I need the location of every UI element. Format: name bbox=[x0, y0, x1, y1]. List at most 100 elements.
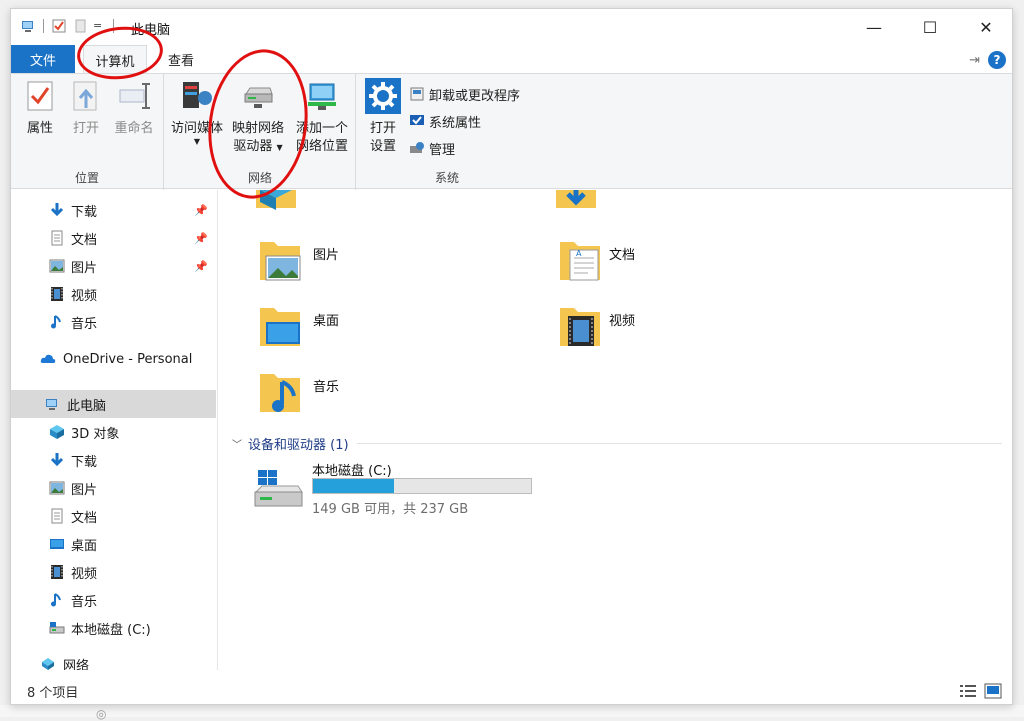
this-pc-icon bbox=[22, 21, 33, 32]
map-network-drive-button[interactable]: 映射网络 驱动器 ▼ bbox=[229, 78, 287, 157]
nav-item-quick-pictures[interactable]: 图片 📌 bbox=[11, 252, 216, 280]
maximize-button[interactable]: ☐ bbox=[902, 9, 958, 45]
nav-item-label: 音乐 bbox=[71, 594, 98, 610]
rename-button[interactable]: 重命名 bbox=[111, 78, 157, 138]
open-button[interactable]: 打开 bbox=[67, 78, 105, 138]
network-group-label: 网络 bbox=[247, 171, 272, 185]
nav-item-label: 本地磁盘 (C:) bbox=[71, 622, 151, 638]
document-icon bbox=[51, 508, 63, 524]
devices-header-label: 设备和驱动器 (1) bbox=[248, 437, 349, 453]
properties-quick-icon[interactable] bbox=[51, 18, 67, 34]
tab-file[interactable]: 文件 bbox=[11, 45, 75, 73]
map-drive-dropdown-arrow: ▼ bbox=[276, 143, 283, 152]
ribbon-tabs: 文件 计算机 查看 ⇥ ? bbox=[11, 45, 1012, 74]
nav-item-label: 下载 bbox=[71, 454, 98, 470]
open-settings-button[interactable]: 打开 设置 bbox=[365, 78, 401, 156]
nav-item-downloads[interactable]: 下载 bbox=[11, 446, 216, 474]
nav-item-this-pc[interactable]: 此电脑 bbox=[11, 390, 216, 418]
map-drive-label-line1: 映射网络 bbox=[231, 121, 284, 136]
nav-item-local-disk[interactable]: 本地磁盘 (C:) bbox=[11, 614, 216, 642]
access-media-button[interactable]: 访问媒体 ▼ bbox=[167, 78, 227, 146]
nav-item-videos[interactable]: 视频 bbox=[11, 558, 216, 586]
properties-button[interactable]: 属性 bbox=[21, 78, 59, 138]
media-server-icon bbox=[183, 82, 212, 108]
folder-label: 文档 bbox=[609, 248, 636, 263]
title-separator bbox=[113, 19, 114, 33]
pictures-folder-icon[interactable] bbox=[256, 236, 304, 284]
access-media-label: 访问媒体 bbox=[170, 121, 223, 136]
nav-item-quick-downloads[interactable]: 下载 📌 bbox=[11, 196, 216, 224]
uninstall-icon bbox=[410, 87, 424, 101]
nav-item-desktop[interactable]: 桌面 bbox=[11, 530, 216, 558]
nav-item-label: 视频 bbox=[71, 566, 98, 582]
nav-item-label: 3D 对象 bbox=[71, 426, 120, 442]
video-icon bbox=[51, 565, 63, 579]
download-icon bbox=[50, 453, 64, 467]
nav-item-network[interactable]: 网络 bbox=[11, 650, 216, 670]
folder-label: 桌面 bbox=[313, 314, 340, 329]
nav-item-label: 音乐 bbox=[71, 316, 98, 332]
drive-name: 本地磁盘 (C:) bbox=[312, 464, 392, 479]
ribbon-right-controls: ⇥ ? bbox=[969, 51, 1006, 69]
manage-label: 管理 bbox=[429, 142, 456, 158]
music-folder-icon[interactable] bbox=[256, 368, 304, 416]
nav-item-label: 此电脑 bbox=[67, 398, 107, 414]
3d-objects-folder-icon[interactable] bbox=[252, 190, 300, 216]
uninstall-label: 卸载或更改程序 bbox=[429, 88, 521, 104]
chevron-down-icon[interactable]: ﹀ bbox=[232, 436, 242, 451]
nav-item-label: 图片 bbox=[71, 260, 98, 276]
devices-section-header[interactable]: ﹀ 设备和驱动器 (1) bbox=[232, 433, 1002, 453]
nav-item-music[interactable]: 音乐 bbox=[11, 586, 216, 614]
system-properties-button[interactable]: 系统属性 bbox=[409, 110, 481, 132]
window-title: 此电脑 bbox=[131, 23, 171, 38]
add-network-location-button[interactable]: 添加一个 网络位置 bbox=[291, 78, 353, 156]
local-disk-icon[interactable] bbox=[252, 466, 304, 514]
ribbon-group-network: 访问媒体 ▼ 映射网络 驱动器 ▼ 添加一个 网络位置 网络 bbox=[165, 74, 356, 190]
minimize-button[interactable]: — bbox=[846, 9, 902, 45]
help-icon[interactable]: ? bbox=[988, 51, 1006, 69]
video-icon bbox=[51, 287, 63, 301]
tab-view[interactable]: 查看 bbox=[157, 45, 205, 73]
nav-item-quick-music[interactable]: 音乐 bbox=[11, 308, 216, 336]
documents-folder-icon[interactable]: A bbox=[556, 236, 604, 284]
tab-computer[interactable]: 计算机 bbox=[83, 45, 147, 74]
network-drive-icon bbox=[244, 87, 273, 108]
manage-button[interactable]: 管理 bbox=[409, 137, 455, 159]
title-bar: = 此电脑 — ☐ ✕ bbox=[11, 9, 1012, 45]
downloads-folder-icon[interactable] bbox=[552, 190, 600, 216]
quick-access-dropdown[interactable]: = bbox=[93, 19, 109, 35]
rename-label: 重命名 bbox=[114, 121, 154, 136]
system-properties-icon bbox=[410, 115, 424, 125]
close-button[interactable]: ✕ bbox=[958, 9, 1012, 45]
section-divider bbox=[356, 442, 1002, 444]
add-location-label-line1: 添加一个 bbox=[295, 121, 348, 136]
nav-item-onedrive[interactable]: OneDrive - Personal bbox=[11, 345, 216, 373]
folder-label: 音乐 bbox=[313, 380, 340, 395]
network-location-icon bbox=[308, 83, 336, 110]
map-drive-label-line2: 驱动器 ▼ bbox=[233, 138, 282, 157]
pin-icon: 📌 bbox=[194, 203, 208, 217]
pictures-icon bbox=[49, 259, 65, 273]
pin-icon: 📌 bbox=[194, 231, 208, 245]
details-view-icon[interactable] bbox=[959, 683, 977, 699]
desktop-folder-icon[interactable] bbox=[256, 302, 304, 350]
nav-item-label: 视频 bbox=[71, 288, 98, 304]
drive-usage-fill bbox=[313, 479, 394, 493]
nav-item-3d-objects[interactable]: 3D 对象 bbox=[11, 418, 216, 446]
pin-ribbon-icon[interactable]: ⇥ bbox=[969, 53, 980, 68]
nav-item-documents[interactable]: 文档 bbox=[11, 502, 216, 530]
nav-item-quick-documents[interactable]: 文档 📌 bbox=[11, 224, 216, 252]
large-icons-view-icon[interactable] bbox=[984, 683, 1002, 699]
videos-folder-icon[interactable] bbox=[556, 302, 604, 350]
desktop-icon bbox=[50, 539, 64, 549]
background-strip: ◎ bbox=[0, 705, 1024, 721]
3d-objects-icon bbox=[50, 425, 64, 439]
nav-item-quick-videos[interactable]: 视频 bbox=[11, 280, 216, 308]
ribbon-body: 属性 打开 重命名 位置 访问媒体 ▼ 映射网络 驱动器 ▼ 添加一个 网络位置… bbox=[11, 73, 1012, 190]
onedrive-cloud-icon bbox=[40, 354, 56, 363]
new-folder-quick-icon[interactable] bbox=[73, 18, 89, 34]
uninstall-programs-button[interactable]: 卸载或更改程序 bbox=[409, 83, 520, 105]
nav-item-pictures[interactable]: 图片 bbox=[11, 474, 216, 502]
nav-item-label: 文档 bbox=[71, 510, 98, 526]
folder-label: 图片 bbox=[313, 248, 340, 263]
